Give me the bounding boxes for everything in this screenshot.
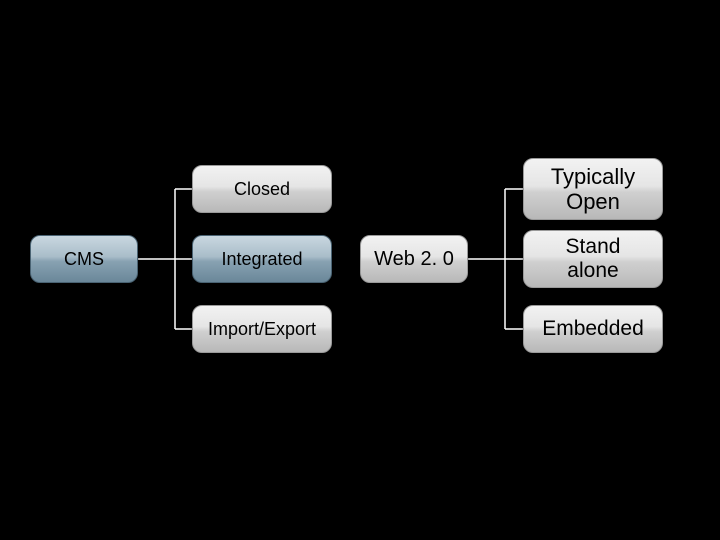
node-import-export-label: Import/Export (208, 319, 316, 340)
node-stand-alone: Stand alone (523, 230, 663, 288)
node-cms: CMS (30, 235, 138, 283)
node-integrated-label: Integrated (221, 249, 302, 270)
node-web20-label: Web 2. 0 (374, 248, 454, 271)
node-import-export: Import/Export (192, 305, 332, 353)
node-closed-label: Closed (234, 179, 290, 200)
node-typically-open-label: Typically Open (551, 164, 635, 215)
node-embedded-label: Embedded (542, 317, 644, 341)
node-stand-alone-label: Stand alone (566, 235, 621, 283)
node-closed: Closed (192, 165, 332, 213)
node-cms-label: CMS (64, 249, 104, 270)
node-typically-open: Typically Open (523, 158, 663, 220)
node-web20: Web 2. 0 (360, 235, 468, 283)
node-integrated: Integrated (192, 235, 332, 283)
node-embedded: Embedded (523, 305, 663, 353)
